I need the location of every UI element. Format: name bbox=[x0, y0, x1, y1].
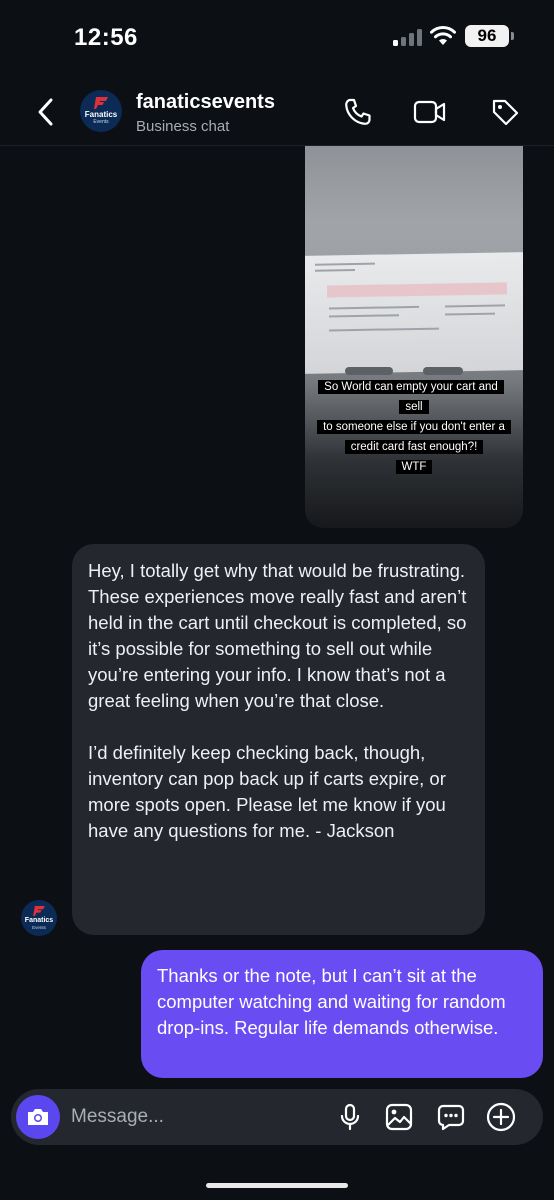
avatar[interactable]: Fanatics Events bbox=[80, 90, 122, 132]
battery-tip bbox=[511, 32, 514, 40]
screen-text-line bbox=[315, 262, 375, 266]
camera-button[interactable] bbox=[16, 1095, 60, 1139]
avatar-sub: Events bbox=[32, 924, 46, 930]
camera-icon bbox=[28, 1109, 48, 1125]
story-pill bbox=[423, 367, 463, 375]
screen-text-line bbox=[315, 269, 355, 272]
fanatics-logo-icon bbox=[33, 905, 45, 916]
add-button[interactable] bbox=[485, 1101, 517, 1133]
home-indicator[interactable] bbox=[206, 1183, 348, 1188]
phone-icon bbox=[345, 98, 371, 125]
shared-story-image[interactable]: So World can empty your cart and sell to … bbox=[305, 146, 523, 528]
error-banner bbox=[327, 282, 507, 298]
cellular-signal-icon bbox=[393, 28, 423, 46]
tag-icon bbox=[492, 99, 519, 126]
avatar-brand: Fanatics bbox=[24, 916, 54, 924]
caption-text: So World can empty your cart and sell to … bbox=[317, 380, 511, 474]
screen-text-line bbox=[329, 314, 399, 318]
chat-header: Fanatics Events fanaticsevents Business … bbox=[0, 78, 554, 146]
story-caption: So World can empty your cart and sell to … bbox=[313, 377, 515, 477]
avatar-brand: Fanatics bbox=[84, 110, 118, 119]
image-icon bbox=[385, 1103, 413, 1131]
fanatics-logo-icon bbox=[94, 97, 108, 109]
status-bar: 12:56 96 bbox=[0, 0, 554, 70]
microphone-button[interactable] bbox=[334, 1101, 366, 1133]
chat-subtitle: Business chat bbox=[136, 118, 230, 135]
outgoing-message[interactable]: Thanks or the note, but I can’t sit at t… bbox=[141, 950, 543, 1078]
wifi-icon bbox=[430, 26, 456, 45]
message-paragraph: Hey, I totally get why that would be fru… bbox=[88, 560, 467, 711]
chevron-left-icon[interactable] bbox=[32, 94, 60, 130]
video-call-button[interactable] bbox=[412, 94, 448, 130]
video-icon bbox=[413, 100, 446, 124]
sender-avatar[interactable]: Fanatics Events bbox=[21, 900, 57, 936]
microphone-icon bbox=[340, 1103, 360, 1131]
call-button[interactable] bbox=[340, 94, 376, 130]
screen-text-line bbox=[445, 312, 495, 316]
incoming-message[interactable]: Hey, I totally get why that would be fru… bbox=[72, 544, 485, 935]
gallery-button[interactable] bbox=[383, 1101, 415, 1133]
message-input[interactable] bbox=[71, 1097, 321, 1137]
plus-circle-icon bbox=[486, 1102, 516, 1132]
story-pill bbox=[345, 367, 393, 375]
sticker-button[interactable] bbox=[435, 1101, 467, 1133]
message-paragraph: I’d definitely keep checking back, thoug… bbox=[88, 742, 446, 841]
screen-text-line bbox=[329, 305, 419, 310]
chat-title[interactable]: fanaticsevents bbox=[136, 91, 275, 114]
screen-text-line bbox=[445, 304, 505, 308]
tag-button[interactable] bbox=[487, 94, 523, 130]
battery-indicator: 96 bbox=[465, 25, 509, 47]
avatar-sub: Events bbox=[93, 119, 109, 125]
status-time: 12:56 bbox=[74, 24, 138, 51]
screen-text-line bbox=[329, 327, 439, 332]
message-composer bbox=[11, 1089, 543, 1145]
chat-bubble-icon bbox=[437, 1104, 465, 1131]
laptop-screen bbox=[305, 252, 523, 374]
